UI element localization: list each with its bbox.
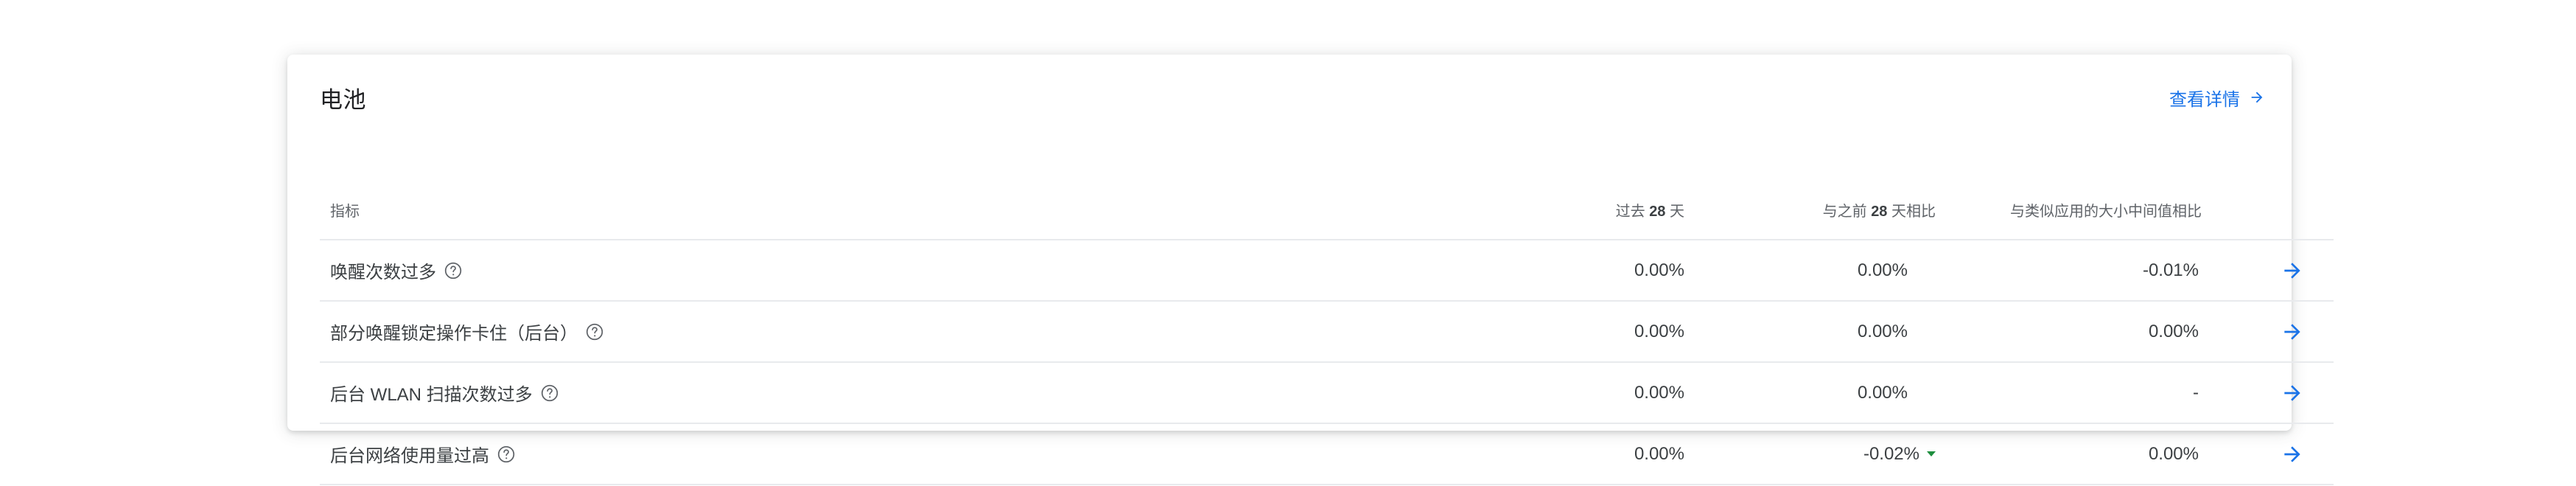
table-row[interactable]: 后台 WLAN 扫描次数过多 0.00% 0.00% - (320, 362, 2334, 424)
arrow-forward-icon[interactable] (2281, 259, 2304, 282)
table-header-row: 指标 过去 28 天 与之前 28 天相比 与类似应用的大小中间值相比 (320, 180, 2334, 240)
column-header-action (2227, 180, 2334, 240)
compare-value: 0.00% (1684, 362, 1936, 424)
metric-name: 后台 WLAN 扫描次数过多 (330, 385, 533, 405)
past-value: 0.00% (1536, 423, 1684, 485)
help-circle-icon[interactable] (585, 322, 604, 341)
metrics-table: 指标 过去 28 天 与之前 28 天相比 与类似应用的大小中间值相比 唤醒次数… (320, 180, 2334, 485)
card-title: 电池 (320, 86, 366, 113)
peers-value: 0.00% (1936, 301, 2227, 363)
compare-value: 0.00% (1684, 301, 1936, 363)
metric-cell: 后台网络使用量过高 (320, 423, 1536, 485)
peers-value: - (1936, 362, 2227, 424)
column-header-past-28-days: 过去 28 天 (1536, 180, 1684, 240)
peers-value: -0.01% (1936, 240, 2227, 302)
help-circle-icon[interactable] (497, 445, 516, 464)
triangle-down-icon (1927, 451, 1936, 457)
metric-cell: 后台 WLAN 扫描次数过多 (320, 362, 1536, 424)
table-row[interactable]: 唤醒次数过多 0.00% 0.00% -0.01% (320, 240, 2334, 302)
column-header-past-days: 28 (1649, 203, 1666, 220)
column-header-compare: 与之前 28 天相比 (1684, 180, 1936, 240)
column-header-compare-prefix: 与之前 (1822, 203, 1867, 220)
past-value: 0.00% (1536, 301, 1684, 363)
battery-card: 电池 查看详情 指标 过去 28 天 与之前 28 天相比 与类似应用的大小中间… (287, 55, 2334, 485)
arrow-forward-icon[interactable] (2281, 320, 2304, 344)
metric-cell: 部分唤醒锁定操作卡住（后台） (320, 301, 1536, 363)
peers-value: 0.00% (1936, 423, 2227, 485)
help-circle-icon[interactable] (540, 383, 559, 403)
column-header-compare-suffix: 天相比 (1891, 203, 1936, 220)
past-value: 0.00% (1536, 240, 1684, 302)
metric-cell: 唤醒次数过多 (320, 240, 1536, 302)
column-header-past-suffix: 天 (1670, 203, 1684, 220)
compare-trend: -0.02% (1863, 444, 1936, 465)
compare-value: -0.02% (1863, 443, 1919, 464)
metric-name: 唤醒次数过多 (330, 263, 436, 282)
card-header: 电池 查看详情 (320, 68, 2265, 127)
column-header-metric: 指标 (320, 180, 1536, 240)
help-circle-icon[interactable] (444, 261, 463, 280)
compare-value: 0.00% (1684, 240, 1936, 302)
view-details-link[interactable]: 查看详情 (2169, 85, 2265, 111)
table-row[interactable]: 后台网络使用量过高 0.00% -0.02% 0.00% (320, 423, 2334, 485)
past-value: 0.00% (1536, 362, 1684, 424)
column-header-peers: 与类似应用的大小中间值相比 (1936, 180, 2227, 240)
compare-cell: -0.02% (1684, 423, 1936, 485)
table-row[interactable]: 部分唤醒锁定操作卡住（后台） 0.00% 0.00% 0.00% (320, 301, 2334, 363)
arrow-forward-icon[interactable] (2281, 381, 2304, 405)
arrow-forward-icon[interactable] (2281, 442, 2304, 466)
metric-name: 部分唤醒锁定操作卡住（后台） (330, 324, 578, 344)
view-details-label: 查看详情 (2169, 89, 2240, 110)
metric-name: 后台网络使用量过高 (330, 446, 489, 466)
arrow-forward-icon (2249, 89, 2265, 105)
column-header-compare-days: 28 (1871, 203, 1888, 220)
column-header-past-prefix: 过去 (1615, 203, 1645, 220)
